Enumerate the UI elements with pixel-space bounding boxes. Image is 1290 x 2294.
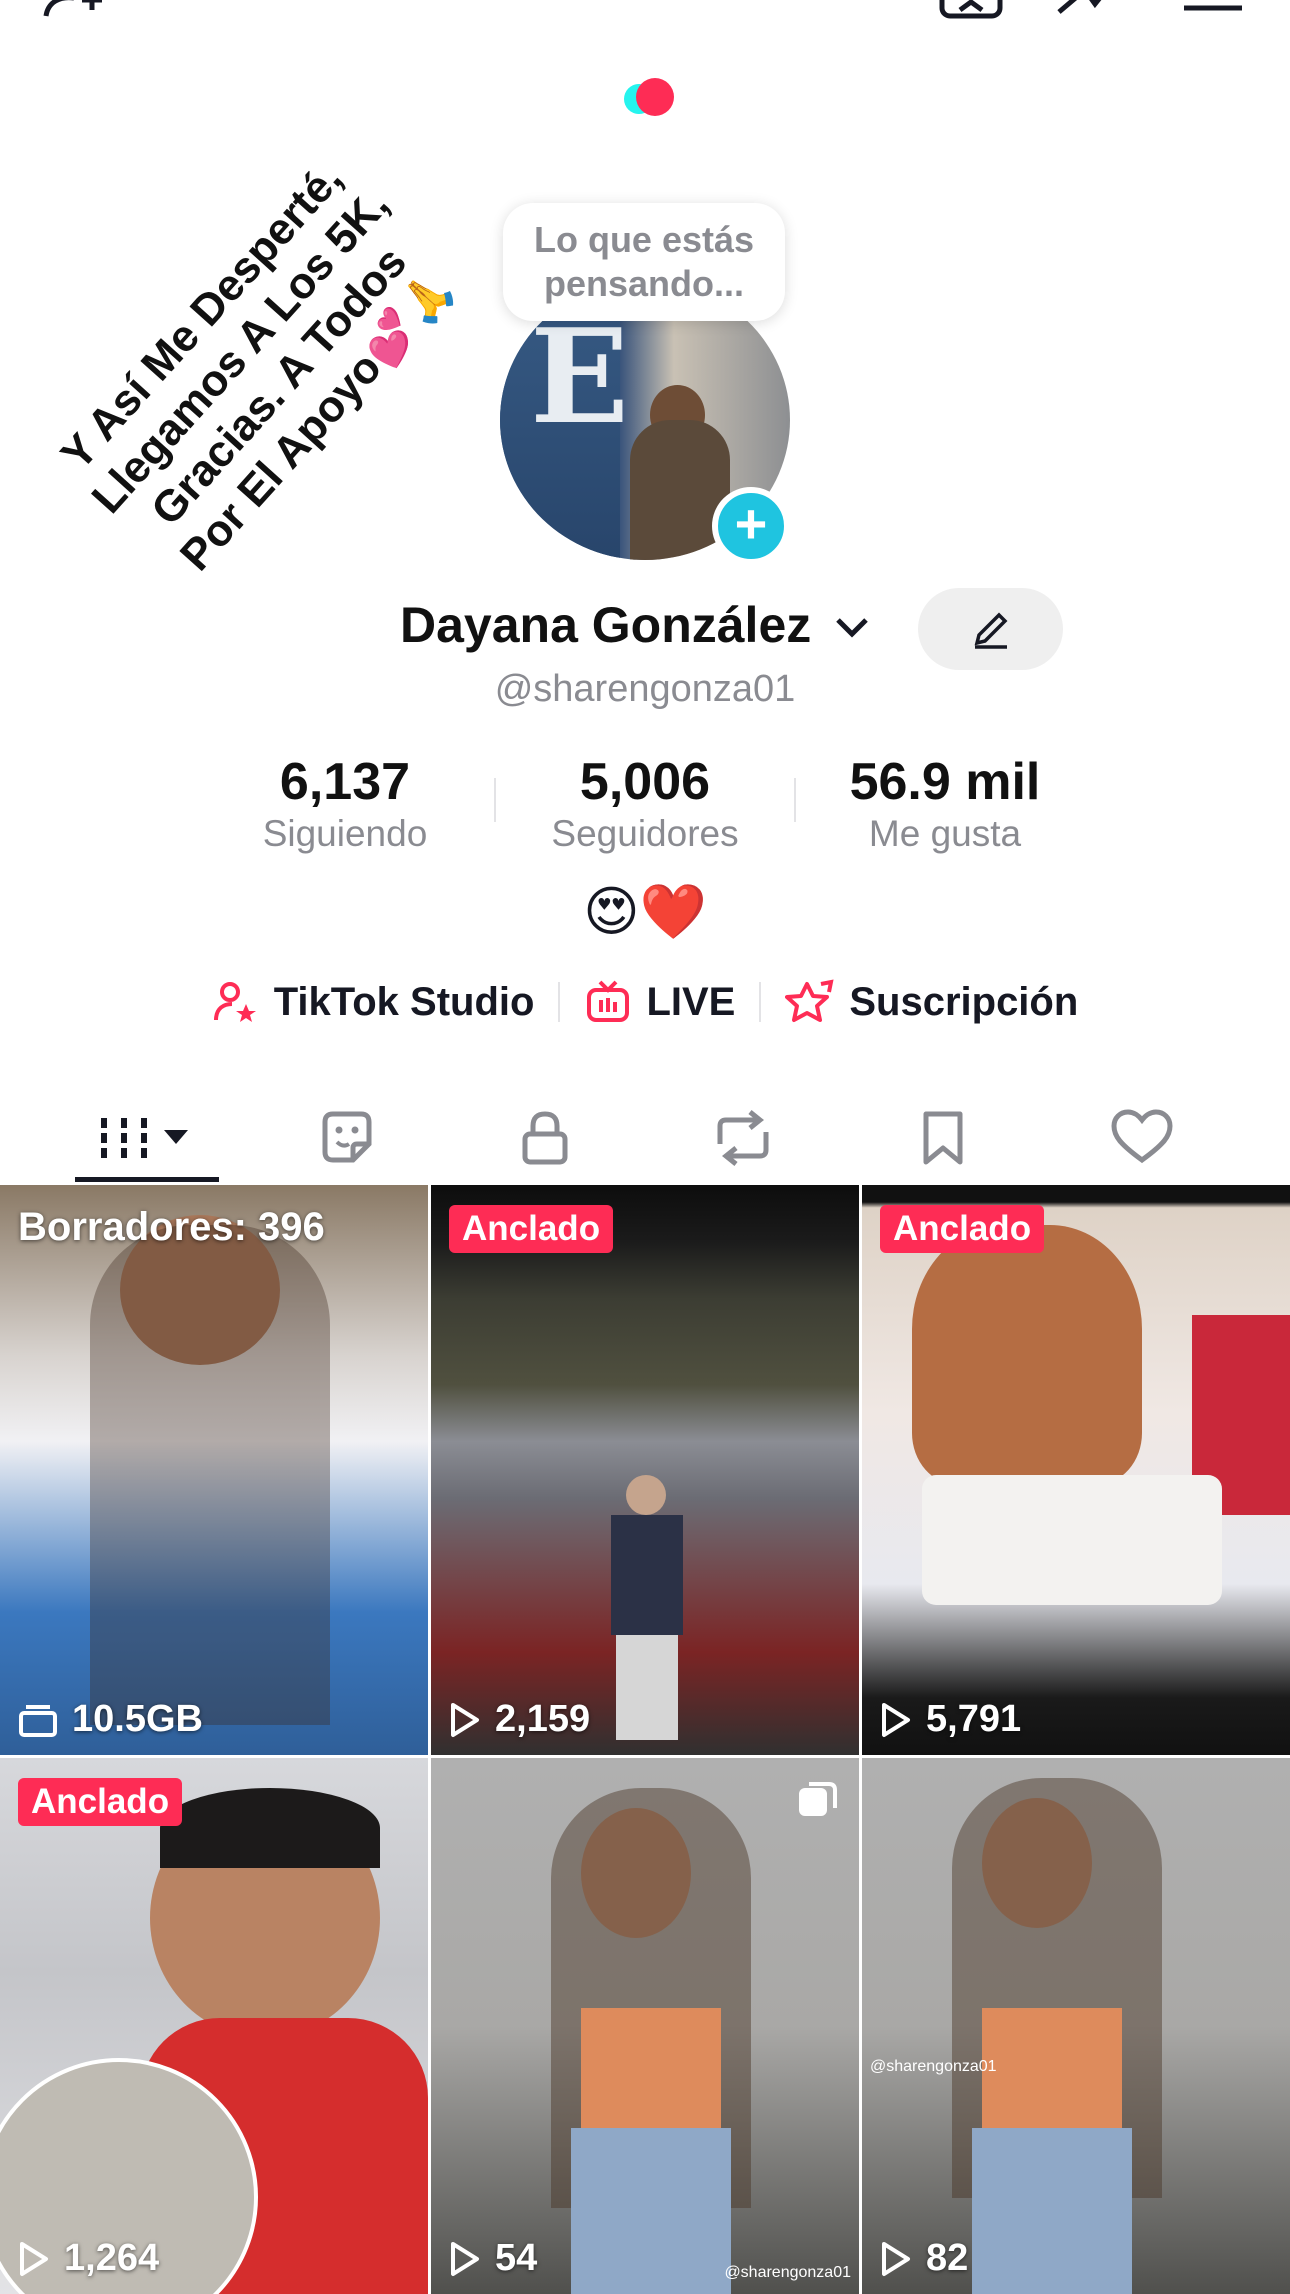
- tab-private[interactable]: [445, 1090, 645, 1186]
- live-link[interactable]: LIVE: [560, 978, 759, 1026]
- stat-followers[interactable]: 5,006 Seguidores: [495, 752, 795, 856]
- menu-icon[interactable]: [1180, 0, 1250, 20]
- tab-saved[interactable]: [843, 1090, 1043, 1186]
- play-icon: [882, 2241, 910, 2276]
- view-count-text: 54: [495, 2237, 538, 2279]
- play-icon: [882, 1702, 910, 1737]
- watermark: @sharengonza01: [724, 2264, 851, 2281]
- loading-dot-red: [636, 78, 674, 116]
- profile-caption: Y Así Me Desperté, Llegamos A Los 5K, Gr…: [51, 153, 465, 581]
- tab-liked[interactable]: [1042, 1090, 1242, 1186]
- stat-label: Siguiendo: [262, 813, 428, 854]
- view-count-text: 5,791: [926, 1698, 1022, 1740]
- multi-photo-icon: [799, 1782, 837, 1816]
- stat-value: 6,137: [279, 753, 411, 811]
- tv-icon: [587, 980, 630, 1022]
- draft-video-thumbnail[interactable]: Borradores: 396 10.5GB: [0, 1185, 428, 1755]
- stat-value: 5,006: [579, 753, 711, 811]
- view-count: 54: [449, 2237, 537, 2280]
- qr-icon[interactable]: [938, 0, 1008, 20]
- link-label: LIVE: [646, 979, 736, 1024]
- view-count: 2,159: [449, 1698, 590, 1741]
- view-count: 82: [880, 2237, 968, 2280]
- videos-grid-icon: [101, 1118, 188, 1158]
- view-count-text: 1,264: [64, 2237, 160, 2279]
- pencil-icon: [974, 612, 1007, 649]
- sticker-icon: [322, 1111, 372, 1163]
- video-thumbnail[interactable]: @sharengonza01 54: [431, 1758, 859, 2294]
- add-story-button[interactable]: +: [712, 487, 790, 565]
- trending-icon[interactable]: [1055, 0, 1125, 20]
- display-name[interactable]: Dayana González: [400, 596, 811, 654]
- pinned-badge: Anclado: [18, 1778, 183, 1826]
- stat-label: Me gusta: [868, 813, 1022, 854]
- pinned-badge: Anclado: [880, 1205, 1045, 1253]
- play-icon: [451, 2241, 479, 2276]
- view-count: 5,791: [880, 1698, 1021, 1741]
- video-thumbnail[interactable]: Anclado 2,159: [431, 1185, 859, 1755]
- tab-stickers[interactable]: [247, 1090, 447, 1186]
- video-thumbnail[interactable]: @sharengonza01 82: [862, 1758, 1290, 2294]
- draft-size: 10.5GB: [18, 1698, 203, 1741]
- add-friend-icon[interactable]: [40, 0, 120, 20]
- link-label: Suscripción: [849, 979, 1079, 1024]
- play-icon: [20, 2241, 48, 2276]
- heart-icon: [1111, 1109, 1173, 1164]
- tab-reposts[interactable]: [643, 1090, 843, 1186]
- drafts-label: Borradores: 396: [18, 1205, 325, 1249]
- draft-size-text: 10.5GB: [72, 1698, 203, 1740]
- tiktok-studio-link[interactable]: TikTok Studio: [188, 978, 559, 1026]
- username-handle: @sharengonza01: [494, 668, 796, 710]
- stat-following[interactable]: 6,137 Siguiendo: [195, 752, 495, 856]
- view-count: 1,264: [18, 2237, 159, 2280]
- link-label: TikTok Studio: [273, 979, 535, 1024]
- star-badge-icon: [785, 979, 834, 1022]
- stack-icon: [19, 1704, 57, 1737]
- video-thumbnail[interactable]: Anclado 1,264: [0, 1758, 428, 2294]
- stat-likes[interactable]: 56.9 mil Me gusta: [795, 752, 1095, 856]
- tab-videos[interactable]: [47, 1090, 247, 1186]
- view-count-text: 82: [926, 2237, 969, 2279]
- note-bubble-text: Lo que estás pensando...: [533, 219, 755, 304]
- view-count-text: 2,159: [495, 1698, 591, 1740]
- watermark: @sharengonza01: [870, 2058, 997, 2075]
- video-thumbnail[interactable]: Anclado 5,791: [862, 1185, 1290, 1755]
- edit-profile-button[interactable]: [918, 588, 1063, 670]
- bookmark-icon: [923, 1111, 963, 1165]
- play-icon: [451, 1702, 479, 1737]
- pinned-badge: Anclado: [449, 1205, 614, 1253]
- lock-icon: [522, 1111, 568, 1165]
- stat-label: Seguidores: [551, 813, 739, 854]
- subscription-link[interactable]: Suscripción: [761, 978, 1102, 1026]
- active-tab-indicator: [75, 1177, 219, 1182]
- person-star-icon: [213, 982, 256, 1022]
- repost-icon: [717, 1110, 769, 1166]
- bio-text: 😍❤️: [583, 880, 707, 943]
- stat-value: 56.9 mil: [849, 753, 1041, 811]
- chevron-down-icon[interactable]: [832, 612, 872, 642]
- note-bubble[interactable]: Lo que estás pensando...: [503, 203, 785, 321]
